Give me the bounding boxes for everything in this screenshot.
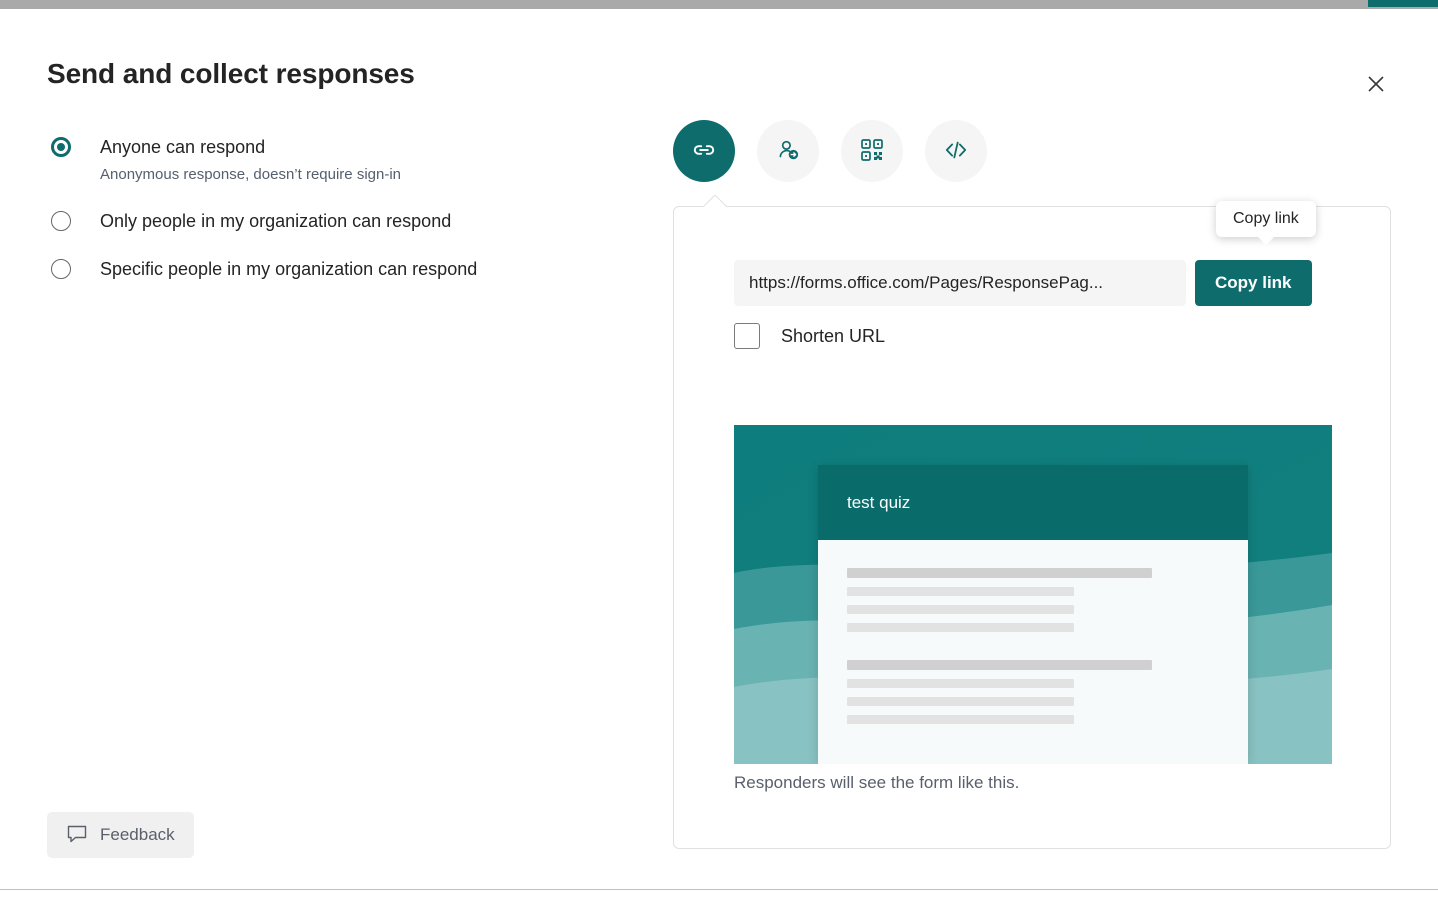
radio-indicator-specific-people[interactable] bbox=[51, 259, 71, 279]
skeleton-gap bbox=[847, 641, 1248, 660]
radio-label-organization: Only people in my organization can respo… bbox=[100, 209, 451, 233]
share-method-tabs bbox=[673, 120, 987, 182]
form-url-input[interactable] bbox=[734, 260, 1186, 306]
shorten-url-row[interactable]: Shorten URL bbox=[734, 323, 885, 349]
page-title: Send and collect responses bbox=[47, 58, 415, 90]
person-add-icon bbox=[774, 136, 802, 167]
preview-caption: Responders will see the form like this. bbox=[734, 773, 1019, 793]
tab-embed-code[interactable] bbox=[925, 120, 987, 182]
preview-form-card: test quiz bbox=[818, 465, 1248, 764]
copy-link-tooltip: Copy link bbox=[1216, 201, 1316, 237]
radio-indicator-organization[interactable] bbox=[51, 211, 71, 231]
radio-option-organization[interactable]: Only people in my organization can respo… bbox=[47, 209, 627, 233]
panel-pointer-notch bbox=[704, 195, 728, 207]
preview-form-title: test quiz bbox=[847, 493, 910, 513]
code-icon bbox=[942, 136, 970, 167]
browser-top-strip bbox=[0, 0, 1438, 9]
skeleton-line bbox=[847, 697, 1074, 706]
radio-label-anyone: Anyone can respond bbox=[100, 135, 401, 159]
link-icon bbox=[690, 136, 718, 167]
skeleton-line bbox=[847, 605, 1074, 614]
copy-link-button[interactable]: Copy link bbox=[1195, 260, 1312, 306]
comment-icon bbox=[66, 823, 88, 848]
radio-option-specific-people[interactable]: Specific people in my organization can r… bbox=[47, 257, 627, 281]
radio-indicator-anyone[interactable] bbox=[51, 137, 71, 157]
url-row: Copy link bbox=[734, 260, 1312, 306]
form-preview-thumbnail: test quiz bbox=[734, 425, 1332, 764]
top-strip-accent bbox=[1368, 0, 1438, 7]
radio-option-anyone[interactable]: Anyone can respond Anonymous response, d… bbox=[47, 135, 627, 185]
radio-label-specific-people: Specific people in my organization can r… bbox=[100, 257, 477, 281]
radio-sublabel-anyone: Anonymous response, doesn’t require sign… bbox=[100, 165, 401, 185]
preview-form-body bbox=[818, 540, 1248, 764]
shorten-url-checkbox[interactable] bbox=[734, 323, 760, 349]
skeleton-line bbox=[847, 715, 1074, 724]
skeleton-line bbox=[847, 660, 1152, 670]
audience-options-group: Anyone can respond Anonymous response, d… bbox=[47, 135, 627, 285]
tab-invite-people[interactable] bbox=[757, 120, 819, 182]
close-icon bbox=[1366, 74, 1386, 97]
shorten-url-label: Shorten URL bbox=[781, 326, 885, 347]
feedback-button[interactable]: Feedback bbox=[47, 812, 194, 858]
skeleton-line bbox=[847, 679, 1074, 688]
qr-code-icon bbox=[859, 137, 885, 166]
tab-link[interactable] bbox=[673, 120, 735, 182]
tab-qr-code[interactable] bbox=[841, 120, 903, 182]
close-button[interactable] bbox=[1354, 63, 1398, 107]
skeleton-line bbox=[847, 623, 1074, 632]
skeleton-line bbox=[847, 568, 1152, 578]
send-collect-dialog: Send and collect responses Anyone can re… bbox=[0, 9, 1438, 890]
preview-form-header: test quiz bbox=[818, 465, 1248, 540]
feedback-label: Feedback bbox=[100, 825, 175, 845]
skeleton-line bbox=[847, 587, 1074, 596]
